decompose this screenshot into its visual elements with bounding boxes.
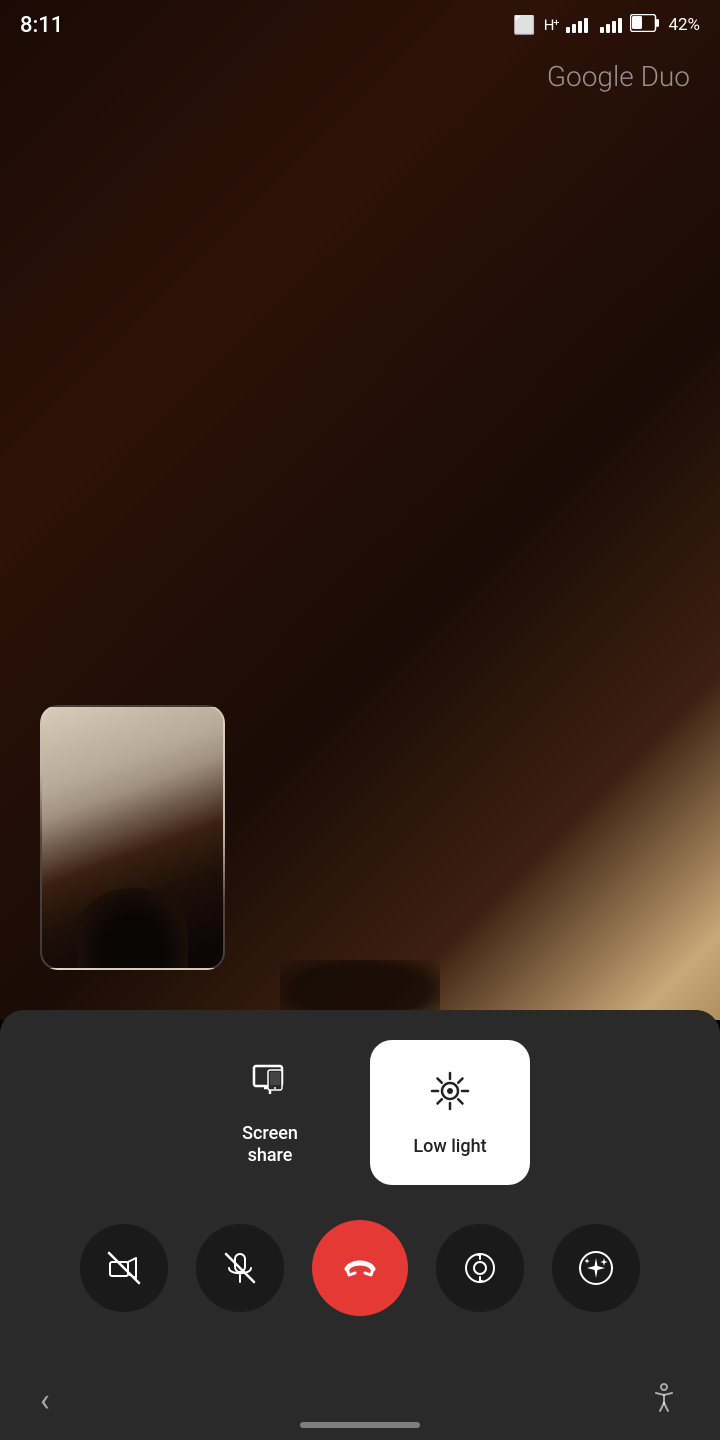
battery-icon: [630, 14, 660, 37]
status-icons: ⬜ H⁺ 42%: [513, 14, 700, 37]
low-light-label: Low light: [413, 1136, 486, 1158]
screen-share-button[interactable]: Screenshare: [190, 1040, 350, 1185]
signal-bar-1: [566, 18, 588, 33]
nav-bar: ‹: [0, 1360, 720, 1440]
data-icon: H⁺: [544, 16, 559, 34]
main-video: Google Duo: [0, 0, 720, 1020]
home-indicator[interactable]: [300, 1422, 420, 1428]
status-time: 8:11: [20, 13, 63, 38]
effects-button[interactable]: [552, 1224, 640, 1312]
status-bar: 8:11 ⬜ H⁺ 42%: [0, 0, 720, 50]
low-light-button[interactable]: Low light: [370, 1040, 530, 1185]
back-button[interactable]: ‹: [40, 1381, 50, 1419]
video-recording-icon: ⬜: [513, 15, 535, 36]
controls-row: [0, 1205, 720, 1331]
hang-up-button[interactable]: [312, 1220, 408, 1316]
screen-share-label: Screenshare: [242, 1123, 298, 1166]
accessibility-button[interactable]: [648, 1381, 680, 1420]
self-view-pip[interactable]: [40, 705, 225, 970]
bottom-panel: Screenshare: [0, 1010, 720, 1440]
toolbar-row: Screenshare: [0, 1010, 720, 1205]
battery-percent: 42%: [668, 15, 700, 35]
signal-bar-2: [600, 18, 622, 33]
low-light-icon: [426, 1067, 474, 1126]
screen-share-icon: [248, 1058, 292, 1113]
flip-camera-button[interactable]: [436, 1224, 524, 1312]
app-watermark: Google Duo: [547, 60, 690, 93]
mute-button[interactable]: [196, 1224, 284, 1312]
video-toggle-button[interactable]: [80, 1224, 168, 1312]
